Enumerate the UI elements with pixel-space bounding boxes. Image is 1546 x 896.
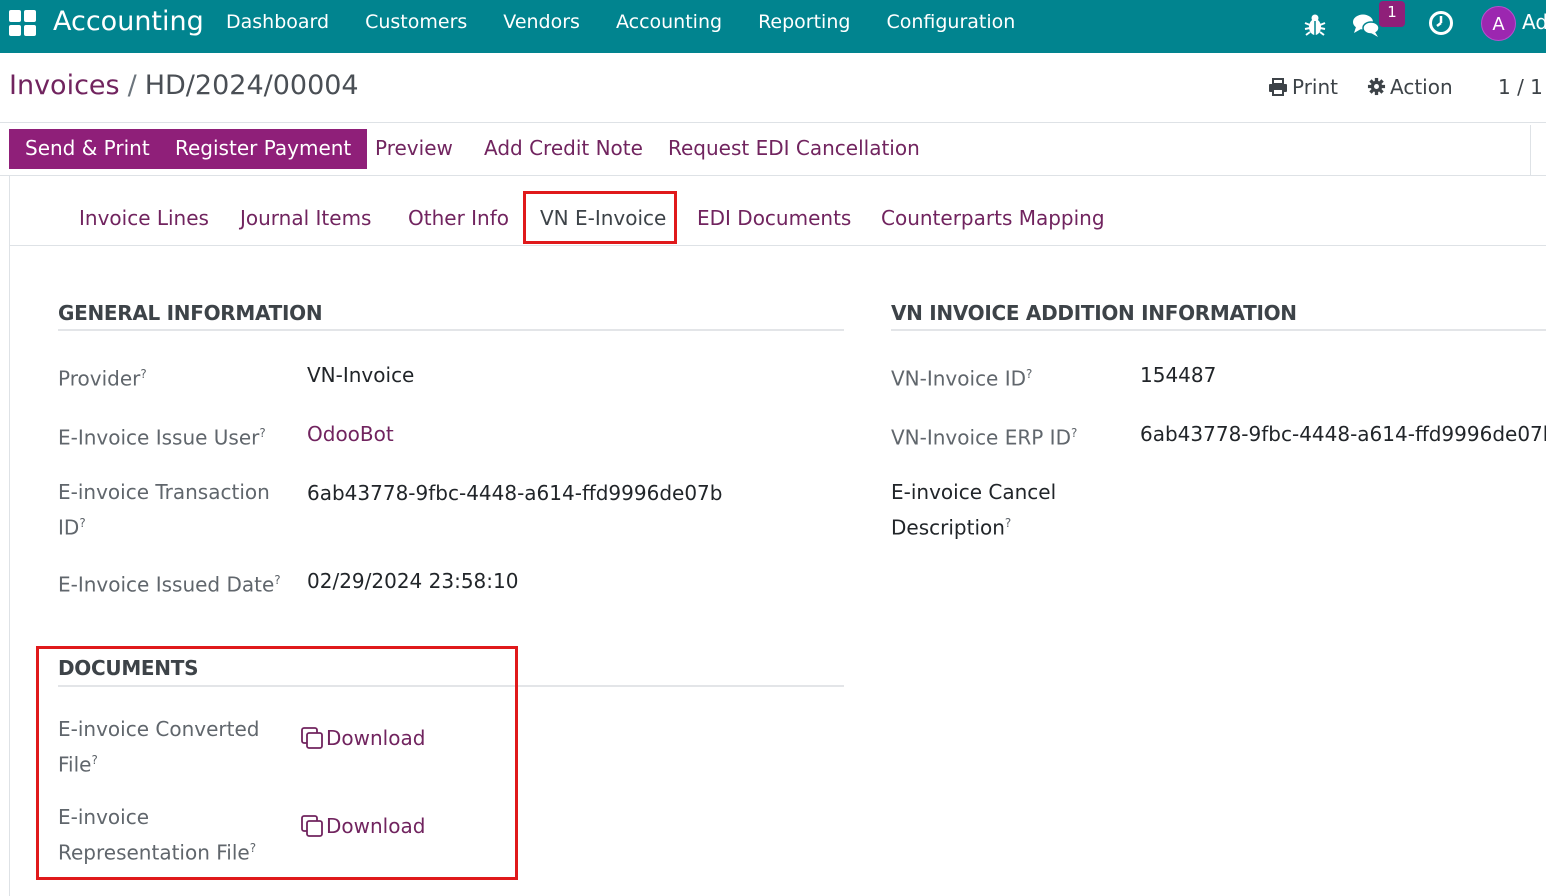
register-payment-button[interactable]: Register Payment — [159, 129, 368, 169]
vn-invoice-erp-id-value: 6ab43778-9fbc-4448-a614-ffd9996de07b — [1140, 422, 1546, 446]
tab-invoice-lines[interactable]: Invoice Lines — [79, 206, 209, 230]
issue-user-link[interactable]: OdooBot — [307, 422, 394, 446]
menu-reporting[interactable]: Reporting — [758, 11, 850, 33]
send-print-button[interactable]: Send & Print — [9, 129, 166, 169]
help-icon[interactable]: ? — [259, 426, 265, 440]
request-edi-cancellation-button[interactable]: Request EDI Cancellation — [668, 129, 920, 169]
vn-invoice-id-value: 154487 — [1140, 363, 1217, 387]
cancel-description-label: E-invoice Cancel Description? — [891, 480, 1057, 540]
clock-icon[interactable] — [1428, 10, 1454, 36]
tab-other-info[interactable]: Other Info — [408, 206, 509, 230]
help-icon[interactable]: ? — [1026, 367, 1032, 381]
issue-user-label: E-Invoice Issue User? — [58, 425, 266, 450]
divider — [10, 245, 1546, 246]
divider — [891, 329, 1546, 331]
divider — [0, 122, 1546, 123]
breadcrumb-current-record: HD/2024/00004 — [144, 70, 359, 101]
divider — [0, 175, 1546, 176]
vn-invoice-id-label: VN-Invoice ID? — [891, 366, 1033, 391]
menu-accounting[interactable]: Accounting — [616, 11, 722, 33]
printer-icon — [1269, 78, 1287, 96]
vn-invoice-erp-id-label: VN-Invoice ERP ID? — [891, 425, 1078, 450]
avatar[interactable]: A — [1481, 6, 1516, 41]
provider-label: Provider? — [58, 366, 147, 391]
menu-customers[interactable]: Customers — [365, 11, 467, 33]
chat-badge: 1 — [1379, 1, 1405, 27]
pager-value[interactable]: 1 / 1 — [1498, 75, 1543, 99]
breadcrumb: Invoices / HD/2024/00004 — [9, 70, 359, 101]
help-icon[interactable]: ? — [1005, 516, 1011, 530]
bug-icon[interactable] — [1304, 13, 1326, 37]
user-name[interactable]: Ad — [1522, 10, 1546, 34]
menu-vendors[interactable]: Vendors — [503, 11, 580, 33]
issued-date-label: E-Invoice Issued Date? — [58, 572, 281, 597]
gear-icon — [1367, 77, 1386, 96]
apps-grid-icon[interactable] — [9, 10, 36, 36]
help-icon[interactable]: ? — [140, 367, 146, 381]
provider-value: VN-Invoice — [307, 363, 415, 387]
transaction-id-label: E-invoice Transaction ID? — [58, 480, 270, 540]
addition-information-title: VN INVOICE ADDITION INFORMATION — [891, 301, 1297, 325]
top-navbar: Accounting Dashboard Customers Vendors A… — [0, 0, 1546, 53]
breadcrumb-invoices[interactable]: Invoices — [9, 70, 120, 101]
help-icon[interactable]: ? — [1071, 426, 1077, 440]
divider — [1530, 125, 1531, 175]
add-credit-note-button[interactable]: Add Credit Note — [484, 129, 643, 169]
transaction-id-value: 6ab43778-9fbc-4448-a614-ffd9996de07b — [307, 481, 723, 505]
preview-button[interactable]: Preview — [375, 129, 453, 169]
tab-counterparts-mapping[interactable]: Counterparts Mapping — [881, 206, 1105, 230]
tab-edi-documents[interactable]: EDI Documents — [697, 206, 851, 230]
chat-icon[interactable] — [1352, 12, 1380, 38]
action-label: Action — [1390, 75, 1453, 99]
tab-journal-items[interactable]: Journal Items — [240, 206, 371, 230]
menu-configuration[interactable]: Configuration — [886, 11, 1015, 33]
print-label: Print — [1292, 75, 1339, 99]
help-icon[interactable]: ? — [79, 516, 85, 530]
print-button[interactable]: Print — [1268, 75, 1338, 99]
menu-dashboard[interactable]: Dashboard — [226, 11, 329, 33]
documents-highlight-box — [36, 646, 518, 880]
sheet-border — [9, 176, 10, 896]
general-information-title: GENERAL INFORMATION — [58, 301, 323, 325]
breadcrumb-separator: / — [127, 70, 137, 101]
issued-date-value: 02/29/2024 23:58:10 — [307, 569, 519, 593]
divider — [58, 329, 844, 331]
help-icon[interactable]: ? — [274, 573, 280, 587]
action-button[interactable]: Action — [1367, 75, 1453, 99]
app-title[interactable]: Accounting — [53, 6, 204, 37]
main-menu: Dashboard Customers Vendors Accounting R… — [226, 11, 1051, 33]
tab-highlight-box — [523, 191, 677, 244]
